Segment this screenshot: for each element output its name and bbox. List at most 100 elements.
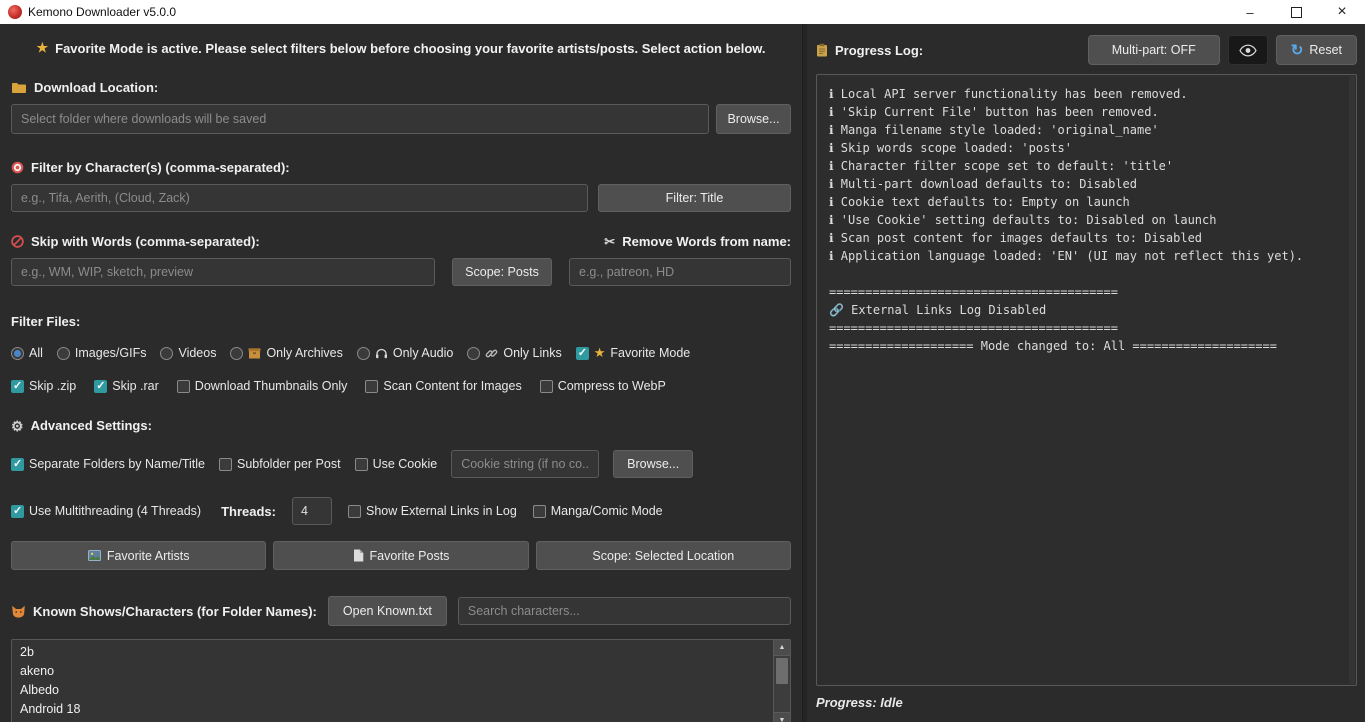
close-button[interactable]: ×: [1319, 0, 1365, 24]
skip-words-label: Skip with Words (comma-separated):: [11, 234, 260, 249]
radio-label: Images/GIFs: [75, 346, 147, 360]
reset-icon: ↻: [1291, 43, 1304, 58]
radio-label: Only Links: [503, 346, 561, 360]
character-search-input[interactable]: [458, 597, 791, 625]
log-line: ========================================: [829, 319, 1344, 337]
radio-indicator: [467, 347, 480, 360]
archive-icon: [248, 347, 261, 359]
open-known-txt-button[interactable]: Open Known.txt: [328, 596, 447, 626]
gear-icon: ⚙: [11, 419, 24, 433]
target-icon: [11, 161, 24, 174]
cookie-string-input[interactable]: [451, 450, 599, 478]
scope-selected-location-button[interactable]: Scope: Selected Location: [536, 541, 791, 570]
list-item[interactable]: Albedo: [12, 681, 790, 700]
star-icon: ★: [36, 40, 48, 56]
log-line: ========================================: [829, 283, 1344, 301]
log-line: ℹ Character filter scope set to default:…: [829, 157, 1344, 175]
reset-button[interactable]: ↻ Reset: [1276, 35, 1357, 65]
radio-indicator: [357, 347, 370, 360]
checkbox-skip-zip[interactable]: Skip .zip: [11, 379, 76, 393]
checkbox-show-external-links[interactable]: Show External Links in Log: [348, 504, 517, 518]
log-line: ℹ Manga filename style loaded: 'original…: [829, 121, 1344, 139]
checkbox-label: Use Cookie: [373, 457, 438, 471]
favorite-posts-button[interactable]: Favorite Posts: [273, 541, 528, 570]
known-shows-label: Known Shows/Characters (for Folder Names…: [11, 604, 317, 619]
character-filter-input[interactable]: [11, 184, 588, 212]
picture-icon: [88, 550, 101, 561]
list-item[interactable]: akeno: [12, 662, 790, 681]
scrollbar-thumb[interactable]: [776, 658, 788, 684]
checkbox-indicator: [533, 505, 546, 518]
log-line: ℹ 'Skip Current File' button has been re…: [829, 103, 1344, 121]
radio-filter-audio[interactable]: Only Audio: [357, 346, 453, 360]
window-controls: – ×: [1227, 0, 1365, 24]
known-characters-list[interactable]: ▲ ▼ 2bakenoAlbedoAndroid 18Android 21: [11, 639, 791, 722]
log-line: ℹ Cookie text defaults to: Empty on laun…: [829, 193, 1344, 211]
maximize-button[interactable]: [1273, 0, 1319, 24]
radio-filter-all[interactable]: All: [11, 346, 43, 360]
checkbox-favorite-mode[interactable]: ★ Favorite Mode: [576, 345, 691, 361]
threads-input[interactable]: [292, 497, 332, 525]
banner-text: Favorite Mode is active. Please select f…: [55, 41, 765, 56]
log-scrollbar[interactable]: [1349, 76, 1355, 684]
checkbox-label: Show External Links in Log: [366, 504, 517, 518]
checkbox-compress-webp[interactable]: Compress to WebP: [540, 379, 666, 393]
arrow-up-icon: ▲: [779, 644, 786, 651]
minimize-button[interactable]: –: [1227, 0, 1273, 24]
scrollbar-track[interactable]: [774, 656, 790, 712]
list-scrollbar[interactable]: ▲ ▼: [773, 640, 790, 722]
checkbox-subfolder-per-post[interactable]: Subfolder per Post: [219, 457, 341, 471]
skip-words-input[interactable]: [11, 258, 435, 286]
checkbox-indicator: [11, 505, 24, 518]
checkbox-label: Manga/Comic Mode: [551, 504, 663, 518]
maximize-icon: [1291, 7, 1302, 18]
scroll-up-button[interactable]: ▲: [774, 640, 790, 656]
radio-filter-videos[interactable]: Videos: [160, 346, 216, 360]
browse-cookie-button[interactable]: Browse...: [613, 450, 693, 478]
checkbox-label: Skip .zip: [29, 379, 76, 393]
radio-filter-links[interactable]: Only Links: [467, 346, 561, 360]
favorite-artists-button[interactable]: Favorite Artists: [11, 541, 266, 570]
progress-log-output[interactable]: ℹ Local API server functionality has bee…: [816, 74, 1357, 686]
close-icon: ×: [1337, 4, 1346, 20]
multipart-toggle-button[interactable]: Multi-part: OFF: [1088, 35, 1220, 65]
checkbox-indicator: [94, 380, 107, 393]
app-logo-icon: [8, 5, 22, 19]
scroll-down-button[interactable]: ▼: [774, 712, 790, 722]
checkbox-separate-folders[interactable]: Separate Folders by Name/Title: [11, 457, 205, 471]
eye-toggle-button[interactable]: [1228, 35, 1268, 65]
advanced-settings-label: ⚙ Advanced Settings:: [11, 418, 791, 433]
radio-filter-images[interactable]: Images/GIFs: [57, 346, 147, 360]
link-icon: [485, 347, 498, 360]
scissors-icon: ✂: [604, 235, 615, 248]
star-icon: ★: [594, 345, 606, 361]
checkbox-skip-rar[interactable]: Skip .rar: [94, 379, 159, 393]
checkbox-use-cookie[interactable]: Use Cookie: [355, 457, 438, 471]
favorite-mode-banner: ★ Favorite Mode is active. Please select…: [11, 40, 791, 56]
radio-filter-archives[interactable]: Only Archives: [230, 346, 342, 360]
browse-download-button[interactable]: Browse...: [716, 104, 791, 134]
skip-words-scope-button[interactable]: Scope: Posts: [452, 258, 552, 286]
checkbox-scan-content[interactable]: Scan Content for Images: [365, 379, 521, 393]
folder-icon: [11, 82, 27, 94]
character-filter-label: Filter by Character(s) (comma-separated)…: [11, 160, 791, 175]
radio-label: Only Archives: [266, 346, 342, 360]
character-filter-scope-button[interactable]: Filter: Title: [598, 184, 791, 212]
checkbox-indicator: [365, 380, 378, 393]
remove-words-input[interactable]: [569, 258, 791, 286]
checkbox-label: Subfolder per Post: [237, 457, 341, 471]
log-line: ℹ Application language loaded: 'EN' (UI …: [829, 247, 1344, 265]
log-panel: Progress Log: Multi-part: OFF ↻ Reset ℹ …: [807, 24, 1365, 722]
checkbox-indicator: [540, 380, 553, 393]
checkbox-label: Scan Content for Images: [383, 379, 521, 393]
download-location-input[interactable]: [11, 104, 709, 134]
checkbox-multithreading[interactable]: Use Multithreading (4 Threads): [11, 504, 201, 518]
radio-indicator: [230, 347, 243, 360]
checkbox-manga-mode[interactable]: Manga/Comic Mode: [533, 504, 663, 518]
checkbox-indicator: [576, 347, 589, 360]
minimize-icon: –: [1246, 5, 1253, 20]
checkbox-label: Skip .rar: [112, 379, 159, 393]
list-item[interactable]: Android 18: [12, 700, 790, 719]
list-item[interactable]: 2b: [12, 643, 790, 662]
checkbox-thumbnails-only[interactable]: Download Thumbnails Only: [177, 379, 348, 393]
